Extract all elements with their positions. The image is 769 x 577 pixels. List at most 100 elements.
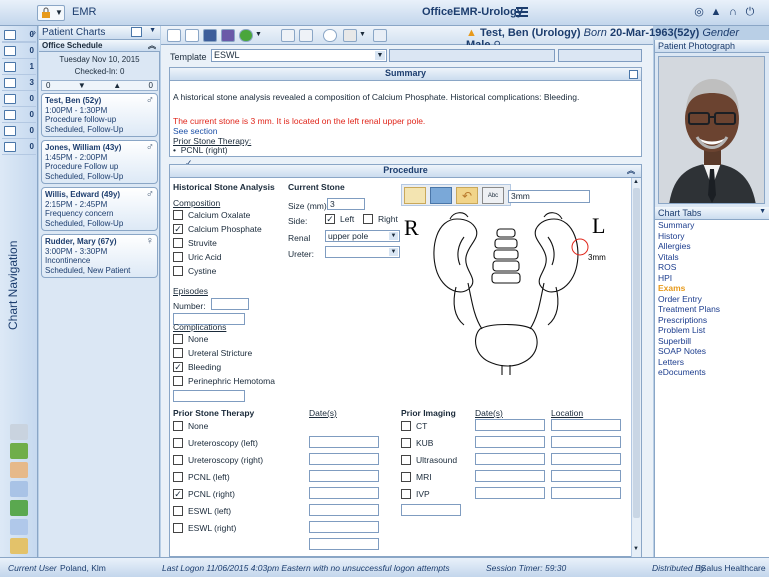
chevron-down-icon[interactable]: ▼: [359, 31, 366, 38]
nav-rx[interactable]: 3: [2, 75, 36, 91]
tab-problem-list[interactable]: Problem List: [658, 325, 705, 335]
date-input[interactable]: [309, 453, 379, 465]
undo-icon[interactable]: ↶: [456, 187, 478, 204]
checkbox[interactable]: [363, 214, 373, 224]
imaging-notes-input[interactable]: [401, 504, 461, 516]
checkbox[interactable]: [173, 438, 183, 448]
text-tool-icon[interactable]: Abc: [482, 187, 504, 204]
tab-vitals[interactable]: Vitals: [658, 252, 679, 262]
clock-check-icon[interactable]: [323, 29, 337, 42]
tab-exams[interactable]: Exams: [658, 283, 685, 293]
template-field-2[interactable]: [389, 49, 555, 62]
ureter-select[interactable]: ▼: [325, 246, 400, 258]
checkbox[interactable]: [401, 421, 411, 431]
date-input[interactable]: [309, 504, 379, 516]
new-document-icon[interactable]: [167, 29, 181, 42]
imaging-location-input[interactable]: [551, 470, 621, 482]
collapse-icon[interactable]: ︽: [148, 40, 156, 51]
drawing-text-input[interactable]: 3mm: [508, 190, 590, 203]
pencil-icon[interactable]: [404, 187, 426, 204]
checkbox-checked[interactable]: ✓: [173, 224, 183, 234]
nav-calendar[interactable]: 0: [2, 139, 36, 155]
calculator-icon[interactable]: [299, 29, 313, 42]
imaging-date-input[interactable]: [475, 470, 545, 482]
checkbox[interactable]: [173, 252, 183, 262]
checkbox[interactable]: [401, 438, 411, 448]
imaging-location-input[interactable]: [551, 487, 621, 499]
checkbox[interactable]: [173, 376, 183, 386]
checkbox-checked[interactable]: ✓: [173, 362, 183, 372]
procedure-header[interactable]: Procedure ︽: [170, 165, 641, 178]
date-input[interactable]: [309, 436, 379, 448]
date-input[interactable]: [309, 538, 379, 550]
checkbox[interactable]: [173, 455, 183, 465]
date-input[interactable]: [309, 521, 379, 533]
graduation-cap-icon[interactable]: ▲: [709, 6, 723, 18]
chart-check-icon[interactable]: [10, 443, 28, 459]
complications-notes-input[interactable]: [173, 390, 245, 402]
scroll-up-icon[interactable]: ▲: [633, 179, 639, 185]
checkbox-checked[interactable]: ✓: [173, 489, 183, 499]
imaging-location-input[interactable]: [551, 436, 621, 448]
maximize-icon[interactable]: [629, 70, 638, 79]
hamburger-menu-icon[interactable]: [516, 6, 528, 18]
headset-icon[interactable]: ∩: [726, 6, 740, 18]
tab-letters[interactable]: Letters: [658, 357, 684, 367]
checkbox[interactable]: [401, 472, 411, 482]
power-icon[interactable]: ⏻: [743, 6, 757, 18]
nav-messages[interactable]: 0: [2, 27, 36, 43]
tab-superbill[interactable]: Superbill: [658, 336, 691, 346]
tab-soap-notes[interactable]: SOAP Notes: [658, 346, 706, 356]
checkbox[interactable]: [173, 348, 183, 358]
imaging-date-input[interactable]: [475, 487, 545, 499]
checkbox[interactable]: [401, 489, 411, 499]
tab-history[interactable]: History: [658, 231, 684, 241]
window-icon[interactable]: [373, 29, 387, 42]
tab-hpi[interactable]: HPI: [658, 273, 672, 283]
chart-navigation-label[interactable]: Chart Navigation: [6, 210, 20, 330]
save-icon[interactable]: [203, 29, 217, 42]
stone-marker[interactable]: [571, 238, 589, 256]
notepad-icon[interactable]: [10, 538, 28, 554]
size-input[interactable]: 3: [327, 198, 365, 210]
print-icon[interactable]: [185, 29, 199, 42]
tab-ros[interactable]: ROS: [658, 262, 676, 272]
scrollbar-thumb[interactable]: [633, 188, 640, 518]
patient-card[interactable]: Willis, Edward (49y) 2:15PM - 2:45PM Fre…: [41, 187, 158, 231]
tab-treatment-plans[interactable]: Treatment Plans: [658, 304, 720, 314]
tab-order-entry[interactable]: Order Entry: [658, 294, 702, 304]
tab-allergies[interactable]: Allergies: [658, 241, 691, 251]
binoculars-icon[interactable]: ◎: [692, 6, 706, 18]
date-input[interactable]: [309, 487, 379, 499]
imaging-location-input[interactable]: [551, 453, 621, 465]
chevron-down-icon[interactable]: ▼: [149, 27, 156, 34]
checkbox[interactable]: [173, 506, 183, 516]
refresh-icon[interactable]: [239, 29, 253, 42]
nav-documents[interactable]: 0: [2, 91, 36, 107]
nav-lab[interactable]: 1: [2, 59, 36, 75]
summary-header[interactable]: Summary: [170, 68, 641, 81]
renal-select[interactable]: upper pole ▼: [325, 230, 400, 242]
see-section-link[interactable]: See section: [173, 126, 217, 136]
procedure-scrollbar[interactable]: ▲ ▼: [631, 178, 641, 558]
nav-users[interactable]: 0: [2, 123, 36, 139]
money-icon[interactable]: [10, 500, 28, 516]
nav-phone[interactable]: 0: [2, 107, 36, 123]
patient-card[interactable]: Test, Ben (52y) 1:00PM - 1:30PM Procedur…: [41, 93, 158, 137]
report-icon[interactable]: [10, 519, 28, 535]
patient-card[interactable]: Jones, William (43y) 1:45PM - 2:00PM Pro…: [41, 140, 158, 184]
copy-icon[interactable]: [221, 29, 235, 42]
template-field-3[interactable]: [558, 49, 642, 62]
checkbox[interactable]: [173, 210, 183, 220]
checkbox[interactable]: [173, 266, 183, 276]
chevron-down-icon[interactable]: ▼: [759, 208, 766, 215]
checkbox[interactable]: [173, 472, 183, 482]
chevron-down-icon[interactable]: ▼: [255, 31, 262, 38]
tab-summary[interactable]: Summary: [658, 220, 694, 230]
scroll-down-icon[interactable]: ▼: [78, 81, 86, 90]
scroll-up-icon[interactable]: ▲: [113, 81, 121, 90]
lock-menu[interactable]: ▼: [37, 5, 65, 21]
image-icon[interactable]: [430, 187, 452, 204]
schedule-scroller[interactable]: 0 ▼ ▲ 0: [41, 80, 158, 91]
form-icon[interactable]: [343, 29, 357, 42]
